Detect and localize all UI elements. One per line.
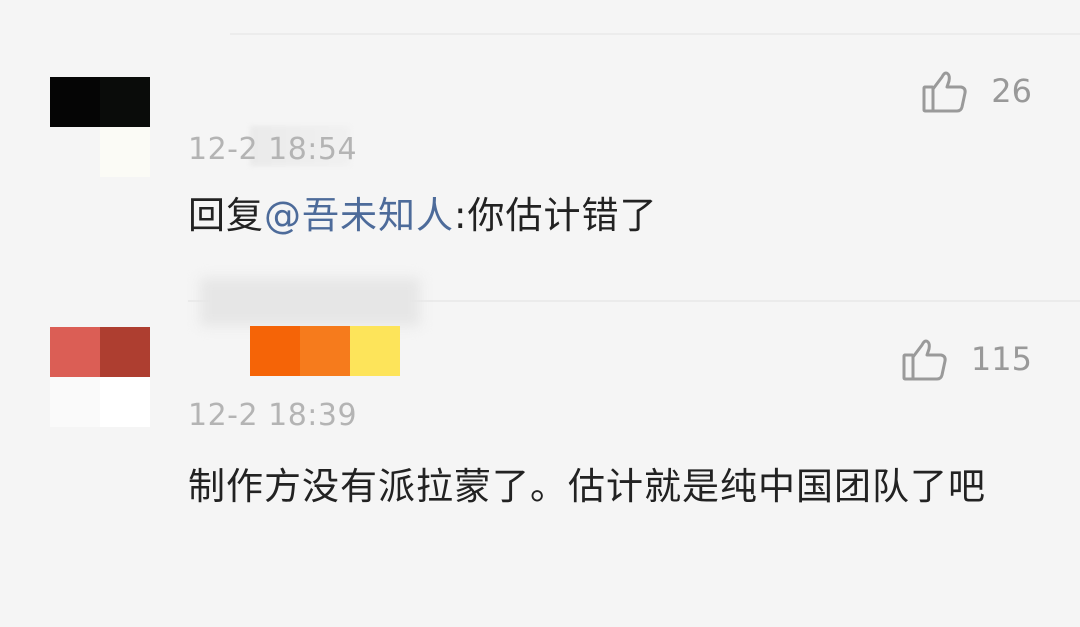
reply-body: :你估计错了 — [454, 194, 658, 237]
thumbs-up-icon — [922, 71, 967, 113]
avatar[interactable] — [50, 77, 150, 177]
avatar[interactable] — [50, 327, 150, 427]
comment-timestamp: 12-2 18:39 — [188, 398, 358, 433]
mention-link[interactable]: @吾未知人 — [264, 194, 454, 237]
like-button[interactable]: 26 — [921, 66, 1032, 116]
thumbs-up-icon — [902, 339, 947, 381]
comment-timestamp: 12-2 18:54 — [188, 132, 358, 167]
user-badge-blurred[interactable] — [250, 326, 400, 376]
like-button[interactable]: 115 — [901, 334, 1032, 384]
username-blurred[interactable] — [200, 278, 420, 326]
comment-item: 12-2 18:54 回复@吾未知人:你估计错了 26 — [0, 0, 1080, 300]
reply-prefix: 回复 — [188, 194, 264, 237]
comment-text: 制作方没有派拉蒙了。估计就是纯中国团队了吧 — [188, 465, 986, 508]
like-count: 26 — [991, 72, 1032, 110]
comment-text: 回复@吾未知人:你估计错了 — [188, 187, 1038, 245]
comment-item: 12-2 18:39 制作方没有派拉蒙了。估计就是纯中国团队了吧 115 — [0, 278, 1080, 627]
like-count: 115 — [970, 340, 1032, 378]
